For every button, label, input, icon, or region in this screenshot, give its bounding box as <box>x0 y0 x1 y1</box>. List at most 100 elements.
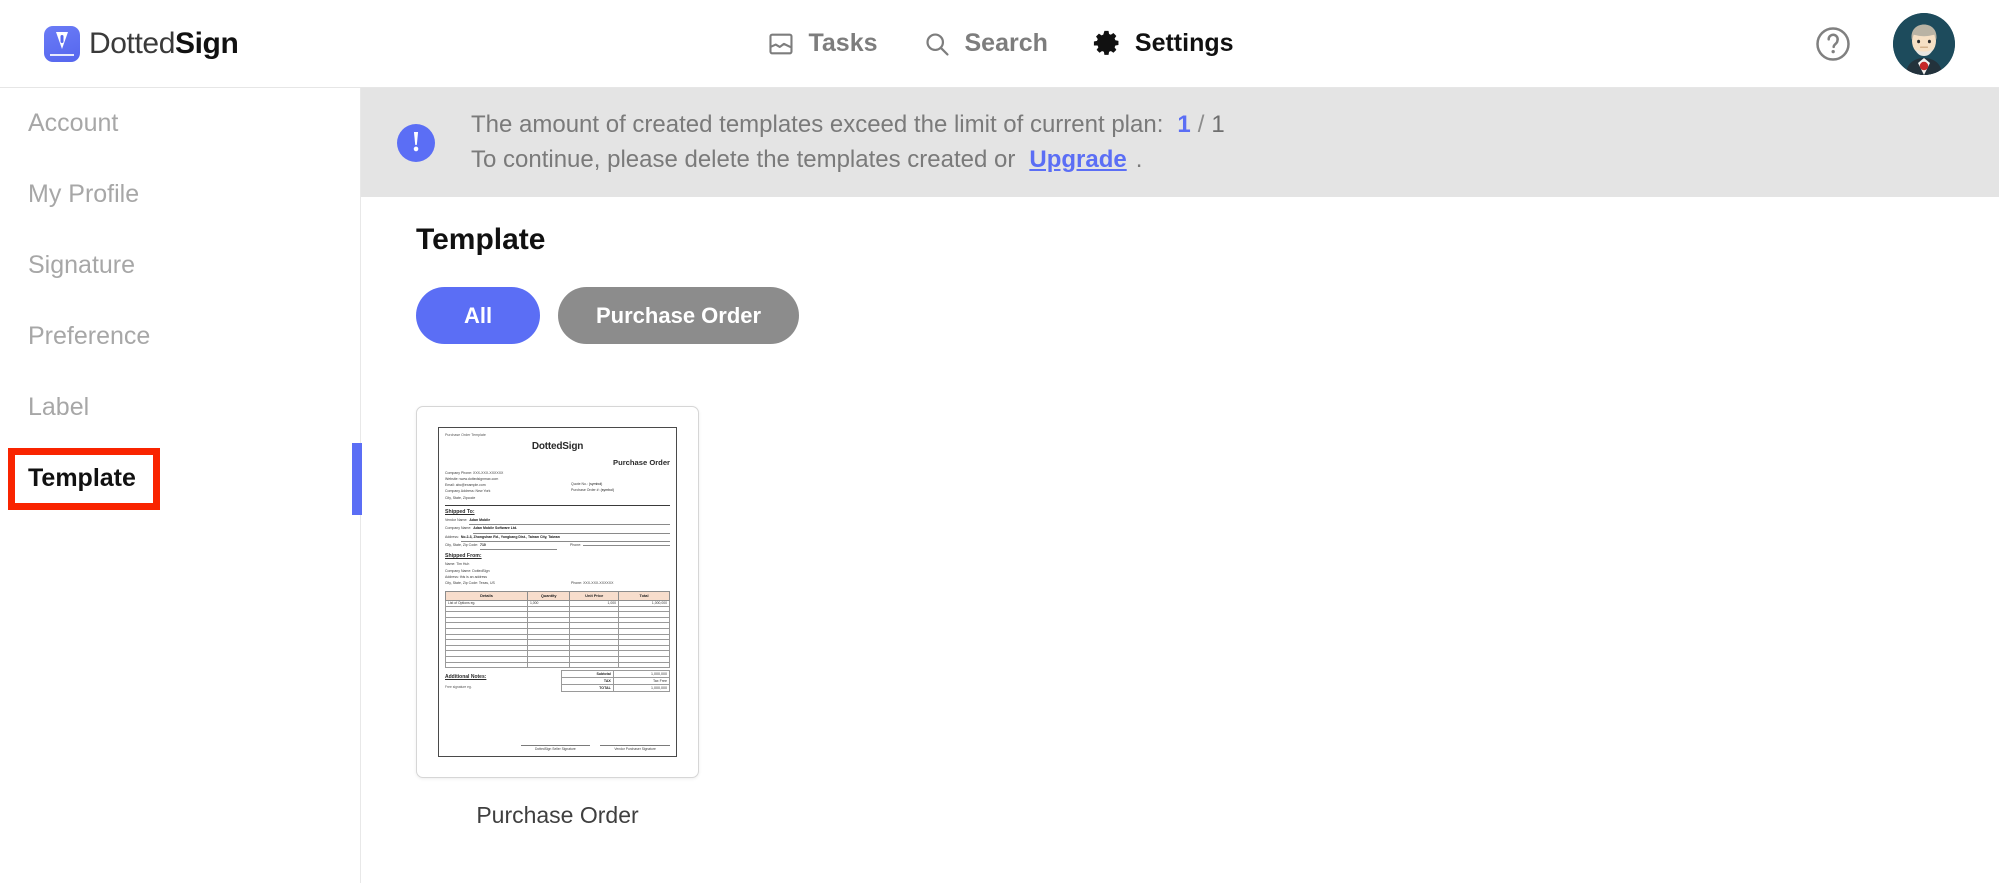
inbox-icon <box>765 29 795 59</box>
settings-template-page: DottedSign Tasks Search Settings Account… <box>0 0 1999 883</box>
doc-meta-block: Quote No.: (symbol) Purchase Order #: (s… <box>571 470 670 501</box>
sidebar-label-preference: Preference <box>28 322 151 350</box>
doc-field-label: Address: <box>445 534 459 539</box>
doc-field-value: Adan Mobile <box>469 517 670 526</box>
nav-label-settings: Settings <box>1134 29 1234 57</box>
brand-wordmark: DottedSign <box>89 26 239 61</box>
doc-brand: DottedSign <box>531 441 584 452</box>
doc-shipped-from-phone: Phone: XXX-XXX-XXXXXX <box>571 580 614 585</box>
doc-field: City, State, Zip Code: 710 Phone: <box>445 542 670 551</box>
sidebar-item-my-profile[interactable]: My Profile <box>0 159 360 230</box>
doc-company-block: Company Phone: XXX-XXX-XXXXXX Website: w… <box>445 470 503 501</box>
search-icon <box>922 29 952 59</box>
app-header: DottedSign Tasks Search Settings <box>0 0 1999 88</box>
sidebar-item-template[interactable]: Template <box>0 443 360 514</box>
sidebar-label-template: Template <box>28 464 136 492</box>
doc-totals-block: Subtotal 1,000,000 TAX Tax Free TOTAL 1,000… <box>560 670 671 692</box>
sidebar-item-preference[interactable]: Preference <box>0 301 360 372</box>
dottedsign-logo-icon <box>44 25 80 62</box>
doc-signature-seller: DottedSign Seller Signature <box>520 745 591 751</box>
doc-tag: Purchase Order Template <box>445 433 486 437</box>
doc-total-label: Subtotal <box>560 670 614 678</box>
sidebar-item-account[interactable]: Account <box>0 88 360 159</box>
doc-field: Vendor Name: Adan Mobile <box>445 517 670 526</box>
doc-company-line: City, State, Zipcode <box>445 495 476 500</box>
doc-meta-label: Purchase Order #: <box>571 488 600 493</box>
header-actions <box>1813 12 1955 75</box>
doc-shipped-from-block: Name: Tim Huh Company Name: DottedSign A… <box>445 561 670 586</box>
doc-total-label: TAX <box>560 677 614 685</box>
sidebar-label-account: Account <box>28 109 119 137</box>
template-grid: Purchase Order Template DottedSign Purch… <box>416 406 1999 829</box>
banner-line-2: To continue, please delete the templates… <box>471 143 1225 177</box>
sidebar-label-my-profile: My Profile <box>28 180 140 208</box>
sidebar-label-label: Label <box>28 393 90 421</box>
banner-count-used: 1 <box>1177 111 1191 139</box>
banner-count-total: 1 <box>1211 111 1225 139</box>
doc-meta-label: Quote No.: <box>571 482 588 486</box>
banner-continue-message: To continue, please delete the templates… <box>471 145 1016 173</box>
nav-item-settings[interactable]: Settings <box>1092 29 1234 59</box>
sidebar-active-indicator <box>352 443 362 515</box>
sidebar-item-signature[interactable]: Signature <box>0 230 360 301</box>
doc-total-label: TOTAL <box>560 684 614 692</box>
nav-label-tasks: Tasks <box>808 29 878 57</box>
template-cell: Purchase Order Template DottedSign Purch… <box>416 406 699 829</box>
doc-items-table: Details Quantity Unit Price Total List o… <box>445 590 670 669</box>
settings-sidebar: Account My Profile Signature Preference … <box>0 88 361 883</box>
doc-total-value: 1,000,000 <box>612 670 671 678</box>
doc-meta-value: (symbol) <box>600 488 615 493</box>
doc-total-row: Subtotal 1,000,000 <box>560 670 671 678</box>
banner-period: . <box>1135 145 1143 173</box>
doc-field-value: No.2-3, Zhongshan Rd., Yongkang Dist., T… <box>460 534 670 543</box>
document-thumbnail: Purchase Order Template DottedSign Purch… <box>438 427 677 757</box>
doc-shipped-from-line-row: City, State, Zip Code: Texas, US Phone: … <box>445 580 670 586</box>
doc-field-label: City, State, Zip Code: <box>445 543 479 548</box>
doc-meta-value: (symbol) <box>588 482 603 486</box>
doc-title: Purchase Order <box>613 458 670 467</box>
doc-field: Company Name: Adan Mobile Software Ltd. <box>445 525 670 534</box>
doc-table-header-row: Details Quantity Unit Price Total <box>445 590 670 602</box>
help-circle-icon[interactable] <box>1813 24 1853 64</box>
alert-exclamation-icon: ! <box>397 123 435 162</box>
filter-tab-purchase-order[interactable]: Purchase Order <box>558 287 800 344</box>
brand-logo[interactable]: DottedSign <box>44 25 239 62</box>
doc-total-value: Tax Free <box>612 677 671 685</box>
doc-field-value <box>583 545 670 547</box>
doc-signature-purchaser: Vendor Purchaser Signature <box>600 745 670 751</box>
doc-col-total: Total <box>618 590 670 602</box>
doc-table-row <box>445 661 670 669</box>
user-avatar[interactable] <box>1893 12 1955 75</box>
page-title: Template <box>416 223 546 256</box>
nav-item-search[interactable]: Search <box>922 29 1048 59</box>
doc-field-value: 710 <box>480 542 557 551</box>
doc-field-label: Phone: <box>570 543 582 548</box>
doc-shipped-from-line: City, State, Zip Code: Texas, US <box>445 580 495 585</box>
nav-item-tasks[interactable]: Tasks <box>765 29 878 59</box>
doc-field-value: Adan Mobile Software Ltd. <box>473 525 670 534</box>
filter-tab-all[interactable]: All <box>416 287 540 344</box>
primary-nav: Tasks Search Settings <box>765 29 1234 59</box>
template-main-content: Template All Purchase Order Purchase Ord… <box>361 197 1999 883</box>
brand-name-thin: Dotted <box>89 26 175 60</box>
doc-col-details: Details <box>445 590 528 602</box>
doc-signature-block: DottedSign Seller Signature Vendor Purch… <box>445 745 670 751</box>
doc-meta-line: Purchase Order #: (symbol) <box>571 487 670 493</box>
doc-total-row: TOTAL 1,000,000 <box>560 684 671 692</box>
template-card-purchase-order[interactable]: Purchase Order Template DottedSign Purch… <box>416 406 699 778</box>
doc-col-quantity: Quantity <box>526 590 571 602</box>
template-caption: Purchase Order <box>476 802 639 828</box>
banner-limit-message: The amount of created templates exceed t… <box>471 111 1164 139</box>
banner-line-1: The amount of created templates exceed t… <box>471 108 1225 142</box>
banner-text: The amount of created templates exceed t… <box>471 108 1225 176</box>
gear-icon <box>1092 29 1122 59</box>
doc-divider <box>445 504 670 507</box>
sidebar-item-label[interactable]: Label <box>0 372 360 443</box>
sidebar-label-signature: Signature <box>28 251 136 279</box>
doc-field: Address: No.2-3, Zhongshan Rd., Yongkang … <box>445 534 670 543</box>
plan-limit-banner: ! The amount of created templates exceed… <box>361 88 1999 197</box>
brand-name-bold: Sign <box>175 26 239 60</box>
upgrade-link[interactable]: Upgrade <box>1029 143 1126 177</box>
doc-total-value: 1,000,000 <box>612 684 671 692</box>
doc-col-unit-price: Unit Price <box>569 590 620 602</box>
